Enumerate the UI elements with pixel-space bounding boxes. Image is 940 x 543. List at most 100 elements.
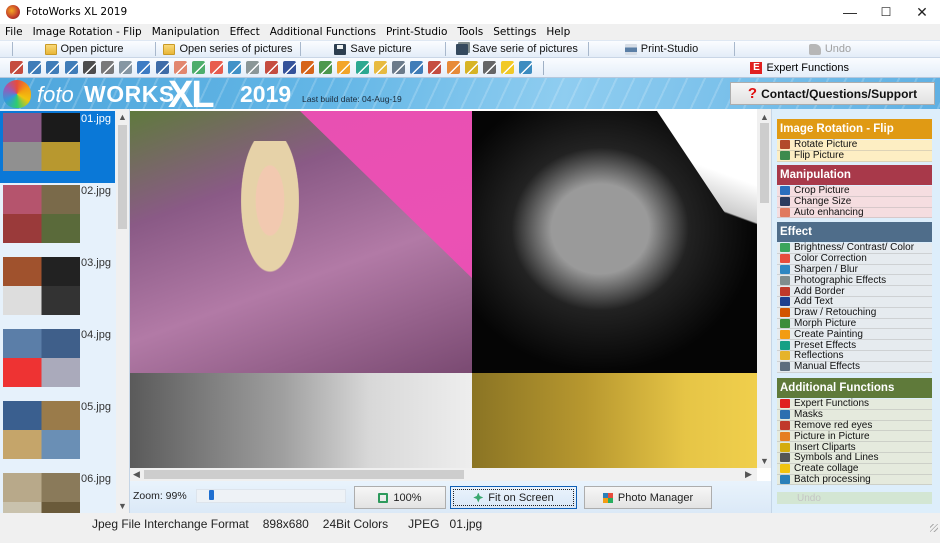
scroll-right-icon[interactable]: ▶ — [742, 468, 755, 481]
preset-effects-icon[interactable] — [355, 61, 369, 74]
menu-additional-functions[interactable]: Additional Functions — [265, 26, 381, 38]
menu-image-rotation[interactable]: Image Rotation - Flip — [28, 26, 147, 38]
rotate-ccw-icon[interactable] — [46, 61, 60, 74]
save-picture-button[interactable]: Save picture — [301, 40, 445, 58]
menu-manipulation[interactable]: Manipulation — [147, 26, 225, 38]
thumbnail-item[interactable]: 02.jpg — [0, 183, 115, 255]
brightness-icon[interactable] — [191, 61, 205, 74]
open-picture-button[interactable]: Open picture — [13, 40, 155, 58]
thumbnail-scrollbar[interactable]: ▲ ▼ — [116, 109, 129, 513]
rotate-right-icon[interactable] — [28, 61, 42, 74]
panel-item[interactable]: Expert Functions — [777, 398, 932, 410]
scroll-left-icon[interactable]: ◀ — [130, 468, 143, 481]
red-eye-icon[interactable] — [428, 61, 442, 74]
viewer-vertical-scrollbar[interactable]: ▲ ▼ — [757, 109, 771, 468]
flip-vertical-icon[interactable] — [82, 61, 96, 74]
color-correction-icon[interactable] — [210, 61, 224, 74]
panel-item[interactable]: Insert Cliparts — [777, 442, 932, 453]
panel-item[interactable]: Rotate Picture — [777, 139, 932, 151]
fit-on-screen-button[interactable]: Fit on Screen — [450, 486, 577, 509]
thumbnail-item[interactable]: 05.jpg — [0, 399, 115, 471]
panel-item[interactable]: Brightness/ Contrast/ Color — [777, 242, 932, 254]
panel-item[interactable]: Sharpen / Blur — [777, 264, 932, 276]
panel-item[interactable]: Color Correction — [777, 253, 932, 265]
print-studio-button[interactable]: Print-Studio — [589, 40, 734, 58]
painting-icon[interactable] — [337, 61, 351, 74]
panel-item[interactable]: Batch processing — [777, 474, 932, 486]
symbols-icon[interactable] — [482, 61, 496, 74]
perspective-icon[interactable] — [119, 61, 133, 74]
open-series-button[interactable]: Open series of pictures — [156, 40, 300, 58]
contact-support-button[interactable]: ? Contact/Questions/Support — [730, 82, 935, 105]
viewer-horizontal-scrollbar[interactable]: ◀ ▶ — [130, 468, 757, 481]
panel-item[interactable]: Morph Picture — [777, 318, 932, 330]
rotate-left-icon[interactable] — [10, 61, 23, 74]
rotate-cw-icon[interactable] — [64, 61, 78, 74]
collage-icon[interactable] — [501, 61, 515, 74]
section-header[interactable]: Image Rotation - Flip — [777, 119, 932, 139]
photo-manager-button[interactable]: Photo Manager — [584, 486, 712, 509]
panel-item[interactable]: Remove red eyes — [777, 420, 932, 432]
section-header[interactable]: Effect — [777, 222, 932, 242]
manual-effects-icon[interactable] — [391, 61, 405, 74]
reflections-icon[interactable] — [373, 61, 387, 74]
resize-grip[interactable] — [930, 524, 938, 532]
undo-button[interactable]: Undo — [735, 40, 925, 58]
panel-item[interactable]: Create Painting — [777, 329, 932, 341]
panel-item[interactable]: Manual Effects — [777, 361, 932, 373]
auto-enhance-icon[interactable] — [173, 61, 187, 74]
scrollbar-thumb[interactable] — [118, 125, 127, 229]
expert-functions-button[interactable]: E Expert Functions — [750, 61, 849, 74]
cliparts-icon[interactable] — [464, 61, 478, 74]
sharpen-icon[interactable] — [228, 61, 242, 74]
section-header[interactable]: Manipulation — [777, 165, 932, 185]
zoom-slider-handle[interactable] — [209, 490, 214, 500]
panel-item[interactable]: Picture in Picture — [777, 431, 932, 443]
panel-item[interactable]: Add Text — [777, 296, 932, 308]
flip-horizontal-icon[interactable] — [100, 61, 114, 74]
menu-tools[interactable]: Tools — [452, 26, 488, 38]
panel-item[interactable]: Auto enhancing — [777, 207, 932, 219]
crop-icon[interactable] — [137, 61, 151, 74]
menu-settings[interactable]: Settings — [488, 26, 541, 38]
draw-icon[interactable] — [301, 61, 314, 74]
resize-icon[interactable] — [155, 61, 169, 74]
panel-item[interactable]: Flip Picture — [777, 150, 932, 162]
minimize-button[interactable]: — — [832, 0, 868, 24]
border-icon[interactable] — [264, 61, 278, 74]
panel-item[interactable]: Create collage — [777, 463, 932, 475]
morph-icon[interactable] — [319, 61, 333, 74]
menu-effect[interactable]: Effect — [225, 26, 265, 38]
panel-item[interactable]: Draw / Retouching — [777, 307, 932, 319]
close-button[interactable]: ✕ — [904, 0, 940, 24]
menu-file[interactable]: File — [0, 26, 28, 38]
scroll-up-icon[interactable]: ▲ — [116, 110, 129, 123]
section-header[interactable]: Additional Functions — [777, 378, 932, 398]
thumbnail-item[interactable]: 01.jpg — [0, 111, 115, 183]
panel-item[interactable]: Change Size — [777, 196, 932, 208]
menu-help[interactable]: Help — [541, 26, 575, 38]
menu-print-studio[interactable]: Print-Studio — [381, 26, 452, 38]
batch-icon[interactable] — [519, 61, 533, 74]
panel-item[interactable]: Reflections — [777, 350, 932, 362]
scrollbar-thumb[interactable] — [760, 123, 769, 203]
scroll-down-icon[interactable]: ▼ — [116, 499, 129, 512]
panel-item[interactable]: Add Border — [777, 286, 932, 297]
scrollbar-thumb[interactable] — [144, 470, 464, 479]
thumbnail-item[interactable]: 03.jpg — [0, 255, 115, 327]
maximize-button[interactable]: ☐ — [868, 0, 904, 24]
picture-in-picture-icon[interactable] — [446, 61, 460, 74]
zoom-100-button[interactable]: 100% — [354, 486, 446, 509]
panel-item[interactable]: Symbols and Lines — [777, 452, 932, 464]
text-icon[interactable] — [282, 61, 296, 74]
panel-undo-button[interactable]: Undo — [777, 492, 932, 504]
save-series-button[interactable]: Save serie of pictures — [446, 40, 588, 58]
panel-item[interactable]: Photographic Effects — [777, 275, 932, 287]
zoom-slider[interactable] — [196, 489, 346, 503]
thumbnail-item[interactable]: 04.jpg — [0, 327, 115, 399]
scroll-up-icon[interactable]: ▲ — [758, 110, 771, 123]
panel-item[interactable]: Crop Picture — [777, 185, 932, 197]
scroll-down-icon[interactable]: ▼ — [758, 454, 771, 467]
panel-item[interactable]: Preset Effects — [777, 340, 932, 351]
panel-item[interactable]: Masks — [777, 409, 932, 421]
